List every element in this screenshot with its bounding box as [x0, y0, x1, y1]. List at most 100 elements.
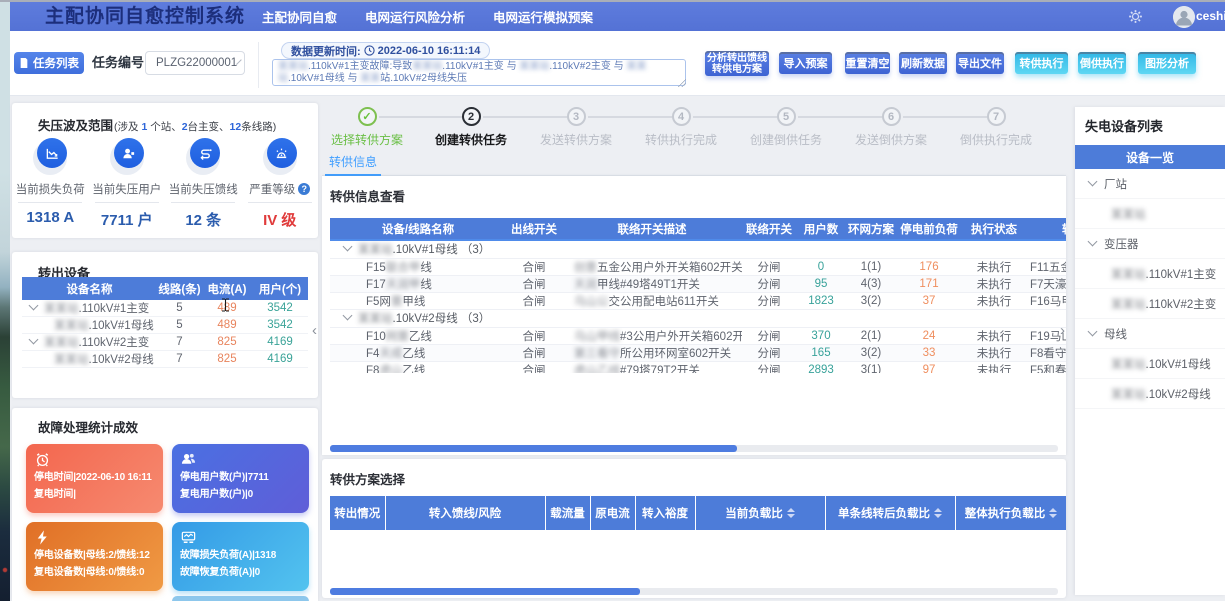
export-file-button[interactable]: 导出文件 [956, 52, 1004, 74]
cell-text: F8虎山乙线 [366, 365, 425, 374]
sort-icon[interactable] [1049, 508, 1057, 518]
table-cell: 乌山甲线#3公用户外开关箱602开关 [562, 327, 742, 344]
redacted-text: 联合甲 [386, 262, 421, 274]
task-no-select[interactable]: PLZG22000001 [145, 51, 245, 75]
table-row[interactable]: F8虎山乙线 合闸 虎山乙线#79塔79T2开关 分闸 2893 3(1) 97… [330, 361, 1066, 373]
collapse-left-icon[interactable]: ‹ [312, 322, 317, 340]
step-label: 发送转供方案 [540, 131, 612, 148]
table-cell: 7 [157, 351, 202, 368]
scrollbar-thumb[interactable] [330, 445, 737, 452]
table-cell: 2893 [796, 361, 846, 373]
text-segment: .110kV#1主变 [1146, 269, 1217, 281]
tree-group-transformer[interactable]: 变压器 [1075, 229, 1225, 259]
clock-icon [364, 45, 375, 56]
chevron-down-icon[interactable] [343, 311, 353, 321]
gear-icon[interactable] [1128, 9, 1143, 24]
text-cursor [221, 298, 230, 312]
step-4-transfer-done: 4 转供执行完成 [629, 107, 733, 148]
table-row[interactable]: 某某站.10kV#2母线 7 825 4169 [22, 351, 308, 368]
table-row[interactable]: F17天润甲线 合闸 天润甲线#49塔49T1开关 分闸 95 4(3) 171… [330, 275, 1066, 292]
chevron-down-icon[interactable] [29, 335, 39, 345]
table-cell: 4169 [252, 351, 308, 368]
scrollbar-thumb[interactable] [330, 588, 640, 595]
tree-item-transformer-1[interactable]: 某某站.110kV#1主变 [1075, 259, 1225, 289]
redacted-text: 虎山 [379, 365, 402, 374]
tree-label: 某某站 [1111, 206, 1146, 222]
fault-description-textarea[interactable]: 某某站.110kV#1主变故障:导致某某站.110kV#1主变 与 某某站.11… [272, 59, 686, 86]
nav-main-dist-self-healing[interactable]: 主配协同自愈 [262, 7, 337, 26]
table-cell: 某某站.10kV#1母线 [22, 317, 157, 334]
backfeed-exec-button[interactable]: 倒供执行 [1078, 52, 1126, 74]
sort-icon[interactable] [934, 508, 942, 518]
group-row[interactable]: 某某站.10kV#1母线 （3） [330, 240, 1066, 258]
redacted-text: 天润甲 [386, 279, 421, 291]
redacted-text: 某某站 [1111, 209, 1146, 221]
step-label: 转供执行完成 [645, 131, 717, 148]
cell-text: 乌山甲线#3公用户外开关箱602开关 [574, 331, 742, 343]
table-cell: 3542 [252, 317, 308, 334]
table-row[interactable]: F4天成乙线 合闸 第三看守所公用环网室602开关 分闸 165 3(2) 33… [330, 344, 1066, 361]
table-cell: F16马甲线 [1026, 292, 1066, 309]
user-avatar[interactable] [1173, 6, 1195, 28]
table-cell: 某某站.10kV#2母线 [22, 351, 157, 368]
table-row[interactable]: 某某站.10kV#1母线 5 489 3542 [22, 317, 308, 334]
table-row[interactable]: 某某站.110kV#1主变 5 489 3542 [22, 300, 308, 317]
username[interactable]: ceshi [1196, 2, 1225, 31]
table-cell: F8看守线 [1026, 344, 1066, 361]
card-stat-line: 复电设备数|母线:0/馈线:0 [34, 565, 155, 580]
help-icon[interactable]: ? [298, 183, 310, 195]
tree-item-bus-1[interactable]: 某某站.10kV#1母线 [1075, 349, 1225, 379]
redacted-text: 某某站 [1111, 299, 1146, 311]
text-segment: 厂站 [1104, 179, 1127, 191]
tree-label: 母线 [1104, 326, 1127, 342]
tree-group-station[interactable]: 厂站 [1075, 169, 1225, 199]
text-segment: 母线 [1104, 329, 1127, 341]
tree-label: 某某站.10kV#1母线 [1111, 356, 1211, 372]
column-header: 整体执行负载比 [955, 496, 1066, 530]
sort-icon[interactable] [787, 508, 795, 518]
table-cell: 5 [157, 317, 202, 334]
nav-grid-risk-analysis[interactable]: 电网运行风险分析 [365, 7, 465, 26]
horizontal-scrollbar[interactable] [330, 445, 1058, 452]
redacted-text: 创意 [574, 262, 597, 274]
nav-grid-simulation-plan[interactable]: 电网运行模拟预案 [493, 7, 593, 26]
update-time-label: 数据更新时间: [291, 43, 361, 59]
table-cell: 分闸 [742, 292, 796, 309]
chevron-down-icon[interactable] [29, 301, 39, 311]
tree-item-bus-2[interactable]: 某某站.10kV#2母线 [1075, 379, 1225, 409]
analyze-transfer-plan-button[interactable]: 分析转出馈线转供电方案 [705, 51, 769, 76]
table-cell: 1(1) [846, 258, 896, 275]
collapse-right-icon[interactable]: › [1060, 322, 1065, 340]
step-label: 创建倒供任务 [750, 131, 822, 148]
graph-analysis-button[interactable]: 图形分析 [1138, 52, 1196, 74]
tree-item-station[interactable]: 某某站 [1075, 199, 1225, 229]
group-row[interactable]: 某某站.10kV#2母线 （3） [330, 309, 1066, 327]
device-overview-band: 设备一览 [1075, 145, 1225, 169]
import-plan-button[interactable]: 导入预案 [779, 52, 832, 74]
task-list-button[interactable]: 任务列表 [14, 52, 84, 74]
refresh-data-button[interactable]: 刷新数据 [899, 52, 947, 74]
text-segment: F10 [366, 331, 386, 343]
table-cell: 3542 [252, 300, 308, 317]
reset-clear-button[interactable]: 重置清空 [845, 52, 890, 74]
transfer-exec-button[interactable]: 转供执行 [1015, 52, 1068, 74]
tree-item-transformer-2[interactable]: 某某站.110kV#2主变 [1075, 289, 1225, 319]
table-row[interactable]: 某某站.110kV#2主变 7 825 4169 [22, 334, 308, 351]
table-row[interactable]: F5网寰甲线 合闸 乌山公交公用配电站611开关 分闸 1823 3(2) 37… [330, 292, 1066, 309]
cell-text: 某某站.10kV#1母线 （3） [358, 244, 490, 256]
column-header: 原电流 [590, 496, 635, 530]
tree-group-bus[interactable]: 母线 [1075, 319, 1225, 349]
textarea-resize-grip[interactable] [678, 79, 686, 87]
horizontal-scrollbar[interactable] [330, 588, 1058, 595]
chevron-down-icon[interactable] [343, 242, 353, 252]
table-row[interactable]: F15联合甲线 合闸 创意五金公用户外开关箱602开关 分闸 0 1(1) 17… [330, 258, 1066, 275]
table-cell: 合闸 [506, 292, 562, 309]
column-header-text: 单条线转后负载比 [838, 508, 930, 520]
step-1-select-plan: ✓ 选择转供方案 [315, 107, 419, 148]
transfer-info-panel: 转供信息查看 设备/线路名称 出线开关 联络开关描述 联络开关 用户数 环网方案… [322, 176, 1066, 455]
column-header: 停电前负荷 [896, 218, 962, 240]
table-cell: 合闸 [506, 258, 562, 275]
table-cell: 分闸 [742, 275, 796, 292]
table-row[interactable]: F10网寰乙线 合闸 乌山甲线#3公用户外开关箱602开关 分闸 370 2(1… [330, 327, 1066, 344]
tab-transfer-info[interactable]: 转供信息 [325, 152, 381, 176]
